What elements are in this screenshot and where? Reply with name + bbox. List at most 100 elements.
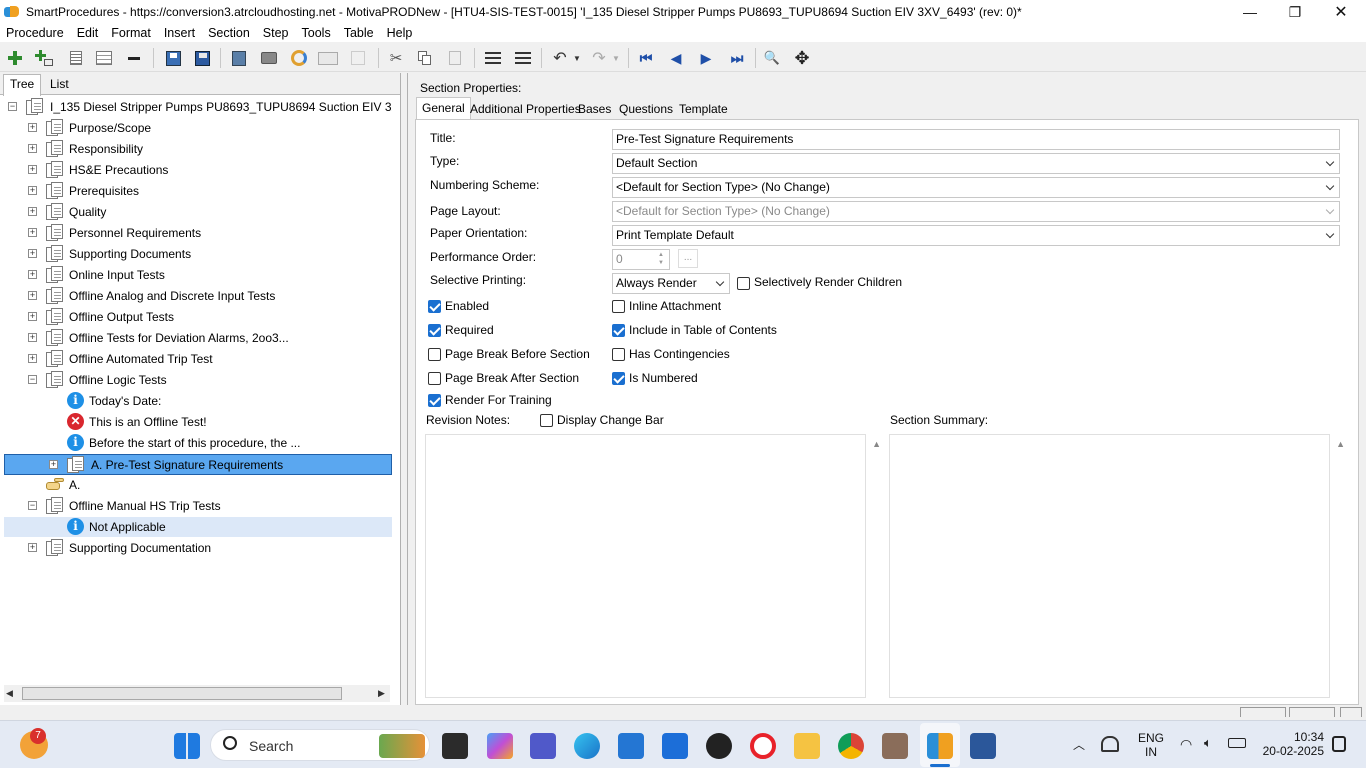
tree-item[interactable]: ✕ This is an Offline Test! <box>4 412 392 432</box>
tree-item[interactable]: + Personnel Requirements <box>4 223 392 243</box>
copy-icon[interactable] <box>415 48 435 68</box>
tab-tree[interactable]: Tree <box>3 74 42 96</box>
tree-item[interactable]: i Before the start of this procedure, the… <box>4 433 392 453</box>
teams-icon[interactable] <box>530 733 556 759</box>
scroll-up-icon[interactable]: ▲ <box>1336 439 1345 449</box>
menu-table[interactable]: Table <box>344 26 374 40</box>
tree-item[interactable]: − Offline Logic Tests <box>4 370 392 390</box>
revision-notes-textarea[interactable]: ▲ <box>425 434 881 698</box>
numbering-scheme-select[interactable]: <Default for Section Type> (No Change) <box>612 177 1340 198</box>
tree-item[interactable]: + Offline Output Tests <box>4 307 392 327</box>
publish-icon[interactable] <box>229 48 249 68</box>
expand-icon[interactable]: + <box>28 270 37 279</box>
word-icon[interactable] <box>970 733 996 759</box>
last-record-icon[interactable]: ⏭ <box>727 48 747 68</box>
menu-edit[interactable]: Edit <box>77 26 99 40</box>
title-input[interactable]: Pre-Test Signature Requirements <box>612 129 1340 150</box>
menu-tools[interactable]: Tools <box>302 26 331 40</box>
tree-item[interactable]: A. <box>4 475 392 495</box>
tree-root[interactable]: − I_135 Diesel Stripper Pumps PU8693_TUP… <box>4 97 392 117</box>
expand-icon[interactable]: + <box>28 354 37 363</box>
collapse-icon[interactable]: − <box>28 375 37 384</box>
expand-icon[interactable]: + <box>28 249 37 258</box>
menu-step[interactable]: Step <box>263 26 289 40</box>
scroll-left-icon[interactable]: ◀ <box>6 688 13 699</box>
chrome-icon[interactable] <box>838 733 864 759</box>
selective-printing-select[interactable]: Always Render <box>612 273 730 294</box>
menu-procedure[interactable]: Procedure <box>6 26 64 40</box>
scroll-up-icon[interactable]: ▲ <box>872 439 881 449</box>
move-icon[interactable]: ✥ <box>792 48 812 68</box>
dell-icon[interactable] <box>706 733 732 759</box>
add-child-icon[interactable] <box>34 48 54 68</box>
horizontal-scrollbar[interactable]: ◀ ▶ <box>4 685 390 702</box>
size-grip-icon[interactable] <box>1340 707 1362 717</box>
start-icon[interactable] <box>174 733 200 759</box>
collapse-icon[interactable]: − <box>28 501 37 510</box>
tree-item[interactable]: + HS&E Precautions <box>4 160 392 180</box>
undo-dropdown-icon[interactable]: ▼ <box>567 48 587 68</box>
outdent-icon[interactable] <box>483 48 503 68</box>
expand-icon[interactable]: + <box>28 312 37 321</box>
tree-item-selected[interactable]: + A. Pre-Test Signature Requirements <box>4 454 392 475</box>
tab-questions[interactable]: Questions <box>614 99 678 119</box>
opera-icon[interactable] <box>750 733 776 759</box>
render-for-training-checkbox[interactable] <box>428 394 441 407</box>
tab-bases[interactable]: Bases <box>573 99 616 119</box>
required-checkbox[interactable] <box>428 324 441 337</box>
volume-icon[interactable]: 🔈︎ <box>1204 735 1212 751</box>
enabled-checkbox[interactable] <box>428 300 441 313</box>
chevron-up-icon[interactable]: ︿ <box>1073 736 1085 753</box>
expand-icon[interactable]: + <box>28 333 37 342</box>
include-toc-checkbox[interactable] <box>612 324 625 337</box>
tree-item[interactable]: + Supporting Documentation <box>4 538 392 558</box>
indent-icon[interactable] <box>513 48 533 68</box>
battery-icon[interactable] <box>1228 738 1246 748</box>
inline-attachment-checkbox[interactable] <box>612 300 625 313</box>
paper-orientation-select[interactable]: Print Template Default <box>612 225 1340 246</box>
tab-general[interactable]: General <box>416 97 471 120</box>
display-change-bar-checkbox[interactable] <box>540 414 553 427</box>
delete-icon[interactable] <box>124 48 144 68</box>
wifi-icon[interactable]: ◠ <box>1180 736 1192 753</box>
menu-format[interactable]: Format <box>111 26 151 40</box>
menu-help[interactable]: Help <box>387 26 413 40</box>
tree-item[interactable]: + Online Input Tests <box>4 265 392 285</box>
is-numbered-checkbox[interactable] <box>612 372 625 385</box>
language-indicator[interactable]: ENG IN <box>1138 731 1164 759</box>
expand-icon[interactable]: + <box>28 123 37 132</box>
taskbar-search-box[interactable]: Search <box>210 729 430 761</box>
scroll-thumb[interactable] <box>22 687 342 700</box>
tab-template[interactable]: Template <box>674 99 733 119</box>
archive-icon[interactable] <box>882 733 908 759</box>
power-automate-icon[interactable] <box>662 733 688 759</box>
pane-splitter[interactable] <box>400 73 408 705</box>
edge-icon[interactable] <box>574 733 600 759</box>
task-view-icon[interactable] <box>442 733 468 759</box>
save-all-icon[interactable] <box>163 48 183 68</box>
window-icon[interactable] <box>318 48 338 68</box>
network-status-icon[interactable] <box>1101 736 1119 752</box>
tree-item[interactable]: + Responsibility <box>4 139 392 159</box>
minimize-button[interactable]: — <box>1227 0 1273 24</box>
previous-record-icon[interactable]: ◀ <box>666 48 686 68</box>
list-icon[interactable] <box>66 48 86 68</box>
collapse-icon[interactable]: − <box>8 102 17 111</box>
print-icon[interactable] <box>259 48 279 68</box>
tree-item[interactable]: i Not Applicable <box>4 517 392 537</box>
expand-icon[interactable]: + <box>28 228 37 237</box>
tab-list[interactable]: List <box>44 75 75 95</box>
tree-item[interactable]: i Today's Date: <box>4 391 392 411</box>
first-record-icon[interactable]: ⏮ <box>636 48 656 68</box>
properties-icon[interactable] <box>94 48 114 68</box>
tree-item[interactable]: + Offline Tests for Deviation Alarms, 2oo… <box>4 328 392 348</box>
expand-icon[interactable]: + <box>28 144 37 153</box>
next-record-icon[interactable]: ▶ <box>696 48 716 68</box>
menu-section[interactable]: Section <box>208 26 250 40</box>
expand-icon[interactable]: + <box>28 291 37 300</box>
copilot-icon[interactable] <box>487 733 513 759</box>
page-break-after-checkbox[interactable] <box>428 372 441 385</box>
notification-center-icon[interactable] <box>1332 736 1346 752</box>
expand-icon[interactable]: + <box>49 460 58 469</box>
restore-button[interactable]: ❐ <box>1272 0 1318 24</box>
